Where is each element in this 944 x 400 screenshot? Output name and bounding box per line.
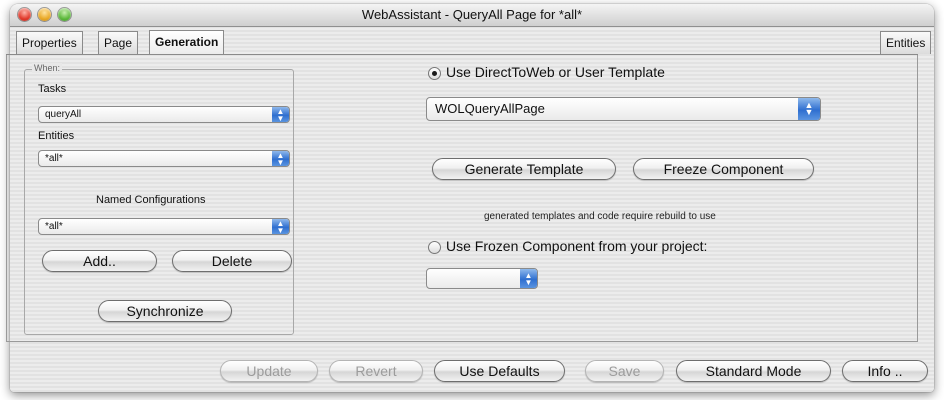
- info-button[interactable]: Info ..: [842, 360, 928, 382]
- when-group-legend: When:: [32, 63, 63, 73]
- frozen-component-radio[interactable]: [428, 241, 441, 254]
- up-down-arrows-icon: ▲ ▼: [272, 219, 289, 234]
- tab-generation[interactable]: Generation: [149, 30, 225, 54]
- update-button[interactable]: Update: [220, 360, 318, 382]
- tab-entities[interactable]: Entities: [880, 31, 932, 54]
- revert-button[interactable]: Revert: [329, 360, 423, 382]
- tasks-popup-value: queryAll: [45, 109, 82, 120]
- frozen-component-radio-label: Use Frozen Component from your project:: [446, 238, 708, 254]
- entities-label: Entities: [38, 130, 75, 142]
- tab-page[interactable]: Page: [98, 31, 139, 54]
- save-button[interactable]: Save: [585, 360, 664, 382]
- synchronize-button[interactable]: Synchronize: [98, 300, 232, 322]
- generate-template-button[interactable]: Generate Template: [432, 158, 616, 180]
- rebuild-note: generated templates and code require reb…: [484, 211, 716, 222]
- up-down-arrows-icon: ▲ ▼: [272, 151, 289, 166]
- up-down-arrows-icon: ▲ ▼: [520, 269, 537, 288]
- up-down-arrows-icon: ▲ ▼: [272, 107, 289, 122]
- template-popup[interactable]: WOLQueryAllPage ▲ ▼: [426, 97, 821, 121]
- directtoweb-radio[interactable]: [428, 67, 441, 80]
- add-button[interactable]: Add..: [42, 250, 157, 272]
- use-defaults-button[interactable]: Use Defaults: [434, 360, 565, 382]
- directtoweb-radio-label: Use DirectToWeb or User Template: [446, 64, 665, 80]
- freeze-component-button[interactable]: Freeze Component: [633, 158, 814, 180]
- frozen-component-popup[interactable]: ▲ ▼: [426, 268, 538, 289]
- entities-popup[interactable]: *all* ▲ ▼: [38, 150, 290, 167]
- tab-properties[interactable]: Properties: [16, 31, 83, 54]
- delete-button[interactable]: Delete: [172, 250, 292, 272]
- window-title: WebAssistant - QueryAll Page for *all*: [361, 7, 583, 22]
- entities-popup-value: *all*: [45, 153, 63, 164]
- named-configurations-popup-value: *all*: [45, 221, 63, 232]
- title-bar: WebAssistant - QueryAll Page for *all*: [10, 4, 934, 27]
- standard-mode-button[interactable]: Standard Mode: [676, 360, 831, 382]
- tasks-popup[interactable]: queryAll ▲ ▼: [38, 106, 290, 123]
- named-configurations-popup[interactable]: *all* ▲ ▼: [38, 218, 290, 235]
- named-configurations-label: Named Configurations: [96, 194, 206, 206]
- tasks-label: Tasks: [38, 83, 67, 95]
- up-down-arrows-icon: ▲ ▼: [798, 98, 820, 120]
- template-popup-value: WOLQueryAllPage: [435, 101, 545, 116]
